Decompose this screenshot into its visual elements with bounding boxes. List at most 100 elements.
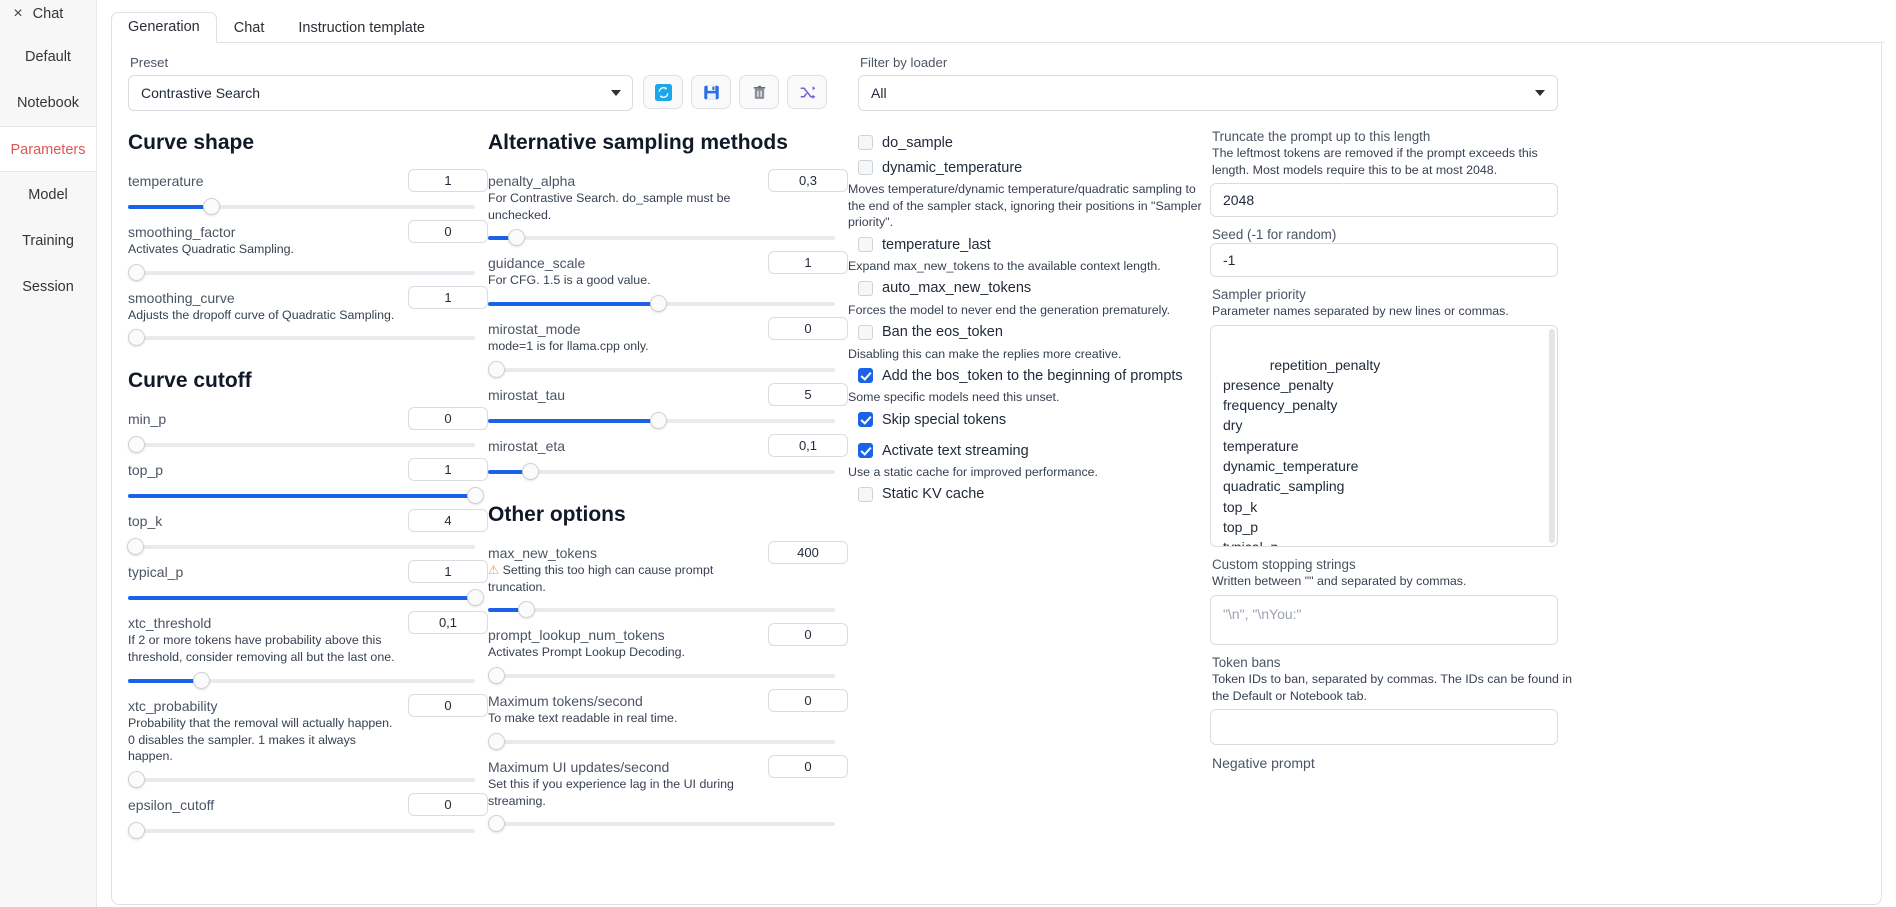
param-value-input[interactable]: 0 xyxy=(408,693,488,717)
param-value-input[interactable]: 4 xyxy=(408,509,488,533)
slider-thumb[interactable] xyxy=(650,295,668,313)
param-slider[interactable] xyxy=(488,227,835,249)
slider-thumb[interactable] xyxy=(128,263,145,281)
param-slider[interactable] xyxy=(128,327,475,349)
add-bos-token-checkbox[interactable] xyxy=(858,368,873,384)
sidebar-item-chat[interactable]: Chat xyxy=(0,6,96,22)
slider-thumb[interactable] xyxy=(192,671,210,689)
slider-thumb[interactable] xyxy=(521,462,539,480)
param-slider[interactable] xyxy=(128,769,475,791)
slider-thumb[interactable] xyxy=(128,771,145,789)
checkbox-row-activate-text-streaming[interactable]: Activate text streaming xyxy=(858,439,1210,462)
slider-thumb[interactable] xyxy=(488,360,505,378)
param-slider[interactable] xyxy=(126,536,475,558)
slider-thumb[interactable] xyxy=(488,667,505,685)
param-slider[interactable] xyxy=(488,731,835,753)
param-slider[interactable] xyxy=(488,461,835,483)
truncate-input[interactable]: 2048 xyxy=(1210,183,1558,218)
param-value-input[interactable]: 1 xyxy=(408,285,488,309)
param-slider[interactable] xyxy=(128,434,475,456)
slider-thumb[interactable] xyxy=(128,329,145,347)
param-value-input[interactable]: 0 xyxy=(408,793,488,817)
slider-thumb[interactable] xyxy=(507,229,525,247)
custom-stopping-textarea[interactable]: "\n", "\nYou:" xyxy=(1210,594,1558,645)
param-slider[interactable] xyxy=(128,820,475,842)
checkbox-row-add-bos-token[interactable]: Add the bos_token to the beginning of pr… xyxy=(858,364,1210,387)
slider-thumb[interactable] xyxy=(488,732,505,750)
delete-button[interactable] xyxy=(739,75,779,109)
param-slider[interactable] xyxy=(128,587,484,609)
refresh-button[interactable] xyxy=(643,75,683,109)
param-value-input[interactable]: 0,3 xyxy=(768,169,848,192)
tab-generation[interactable]: Generation xyxy=(111,12,217,43)
slider-thumb[interactable] xyxy=(518,601,536,619)
slider-thumb[interactable] xyxy=(488,815,505,833)
skip-special-tokens-checkbox[interactable] xyxy=(858,412,873,428)
param-value-input[interactable]: 1 xyxy=(408,169,488,192)
activate-text-streaming-checkbox[interactable] xyxy=(858,443,873,459)
slider-thumb[interactable] xyxy=(650,411,668,429)
param-value-input[interactable]: 0 xyxy=(408,407,488,431)
sidebar-item-notebook[interactable]: Notebook xyxy=(0,80,96,126)
sidebar-item-parameters[interactable]: Parameters xyxy=(0,126,96,172)
checkbox-row-temperature-last[interactable]: temperature_last xyxy=(858,233,1210,256)
param-value-input[interactable]: 400 xyxy=(768,540,848,564)
preset-dropdown[interactable]: Contrastive Search xyxy=(128,75,633,111)
param-value-input[interactable]: 1 xyxy=(768,251,848,275)
slider-thumb[interactable] xyxy=(126,538,144,556)
slider-thumb[interactable] xyxy=(128,822,145,840)
param-slider[interactable] xyxy=(128,196,475,218)
sidebar-item-training[interactable]: Training xyxy=(0,218,96,264)
auto-max-new-tokens-checkbox[interactable] xyxy=(858,280,873,296)
ban-eos-token-checkbox[interactable] xyxy=(858,324,873,340)
param-value-input[interactable]: 1 xyxy=(408,560,488,584)
param-slider[interactable] xyxy=(488,293,835,315)
slider-thumb[interactable] xyxy=(128,436,145,454)
chevron-down-icon xyxy=(1535,90,1545,96)
param-value-input[interactable]: 0 xyxy=(768,317,848,341)
param-slider[interactable] xyxy=(488,410,835,432)
param-label: smoothing_factor xyxy=(128,224,236,240)
slider-thumb[interactable] xyxy=(203,198,221,215)
param-value-input[interactable]: 0,1 xyxy=(408,611,488,635)
token-bans-textarea[interactable] xyxy=(1210,709,1558,746)
seed-input[interactable]: -1 xyxy=(1210,243,1558,278)
temperature-last-checkbox[interactable] xyxy=(858,237,873,253)
sidebar-item-model[interactable]: Model xyxy=(0,172,96,218)
param-slider[interactable] xyxy=(488,665,835,687)
slider-thumb[interactable] xyxy=(467,487,484,505)
sidebar-item-session[interactable]: Session xyxy=(0,264,96,310)
do-sample-checkbox[interactable] xyxy=(858,135,873,150)
checkbox-row-do-sample[interactable]: do_sample xyxy=(858,131,1210,154)
param-slider[interactable] xyxy=(488,359,835,381)
checkbox-row-static-kv-cache[interactable]: Static KV cache xyxy=(858,483,1210,506)
param-value-input[interactable]: 5 xyxy=(768,382,848,406)
save-button[interactable] xyxy=(691,75,731,109)
checkbox-row-ban-eos-token[interactable]: Ban the eos_token xyxy=(858,321,1210,344)
checkbox-row-dynamic-temperature[interactable]: dynamic_temperature xyxy=(858,156,1210,179)
checkbox-row-auto-max-new-tokens[interactable]: auto_max_new_tokens xyxy=(858,277,1210,300)
param-value-input[interactable]: 0 xyxy=(408,220,488,243)
param-value-input[interactable]: 0,1 xyxy=(768,433,848,457)
param-slider[interactable] xyxy=(128,262,475,284)
filter-dropdown[interactable]: All xyxy=(858,75,1558,111)
param-value-input[interactable]: 0 xyxy=(768,754,848,778)
tab-instruction-template[interactable]: Instruction template xyxy=(281,13,442,43)
dynamic-temperature-checkbox[interactable] xyxy=(858,160,873,175)
static-kv-cache-checkbox[interactable] xyxy=(858,486,873,502)
param-value-input[interactable]: 0 xyxy=(768,689,848,713)
param-slider[interactable] xyxy=(128,485,484,507)
param-value-input[interactable]: 1 xyxy=(408,458,488,482)
param-slider[interactable] xyxy=(128,670,475,692)
param-slider[interactable] xyxy=(488,813,835,835)
param-value-input[interactable]: 0 xyxy=(768,623,848,647)
tab-chat[interactable]: Chat xyxy=(217,13,282,43)
scrollbar[interactable] xyxy=(1549,329,1555,544)
sampler-priority-textarea[interactable]: repetition_penalty presence_penalty freq… xyxy=(1210,325,1558,548)
param-slider[interactable] xyxy=(488,599,835,621)
neutralize-samplers-button[interactable] xyxy=(787,75,827,109)
sidebar-item-default[interactable]: Default xyxy=(0,34,96,80)
checkbox-row-skip-special-tokens[interactable]: Skip special tokens xyxy=(858,408,1210,431)
slider-thumb[interactable] xyxy=(467,589,484,607)
preset-value[interactable]: Contrastive Search xyxy=(128,75,633,111)
